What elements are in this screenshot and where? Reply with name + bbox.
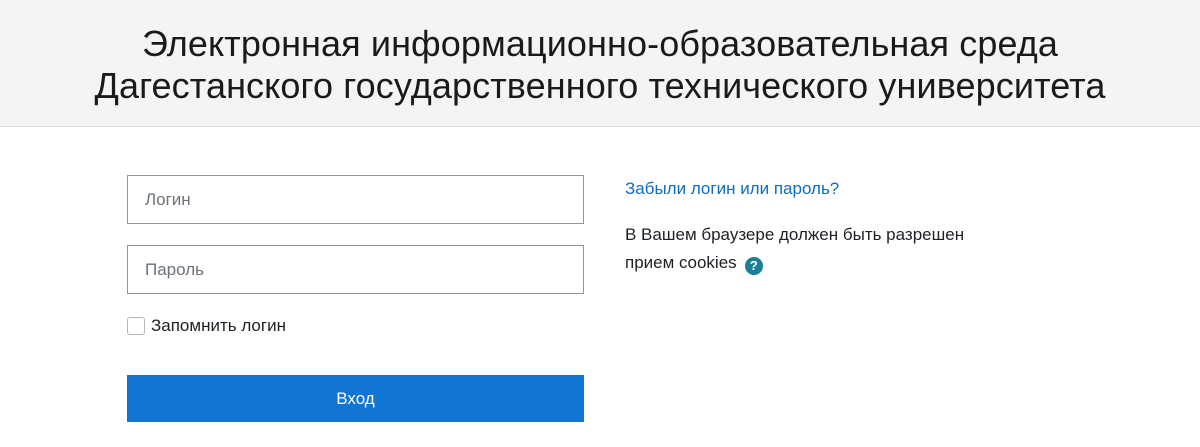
- cookies-notice: В Вашем браузере должен быть разрешен пр…: [625, 221, 1065, 277]
- page-header: Электронная информационно-образовательна…: [0, 0, 1200, 127]
- cookies-notice-line-2: прием cookies: [625, 253, 737, 272]
- question-circle-icon[interactable]: ?: [744, 257, 763, 275]
- login-form: Запомнить логин Вход: [127, 175, 584, 422]
- remember-username[interactable]: Запомнить логин: [127, 315, 286, 337]
- password-input[interactable]: [127, 245, 584, 294]
- login-info: Забыли логин или пароль? В Вашем браузер…: [625, 177, 1065, 277]
- site-title-line-2: Дагестанского государственного техническ…: [94, 65, 1106, 106]
- forgot-password-link[interactable]: Забыли логин или пароль?: [625, 177, 1065, 201]
- site-title-line-1: Электронная информационно-образовательна…: [141, 23, 1059, 64]
- remember-username-label[interactable]: Запомнить логин: [151, 316, 286, 336]
- login-button[interactable]: Вход: [127, 375, 584, 422]
- cookies-notice-line-1: В Вашем браузере должен быть разрешен: [625, 225, 965, 244]
- remember-username-checkbox[interactable]: [127, 317, 145, 335]
- username-input[interactable]: [127, 175, 584, 224]
